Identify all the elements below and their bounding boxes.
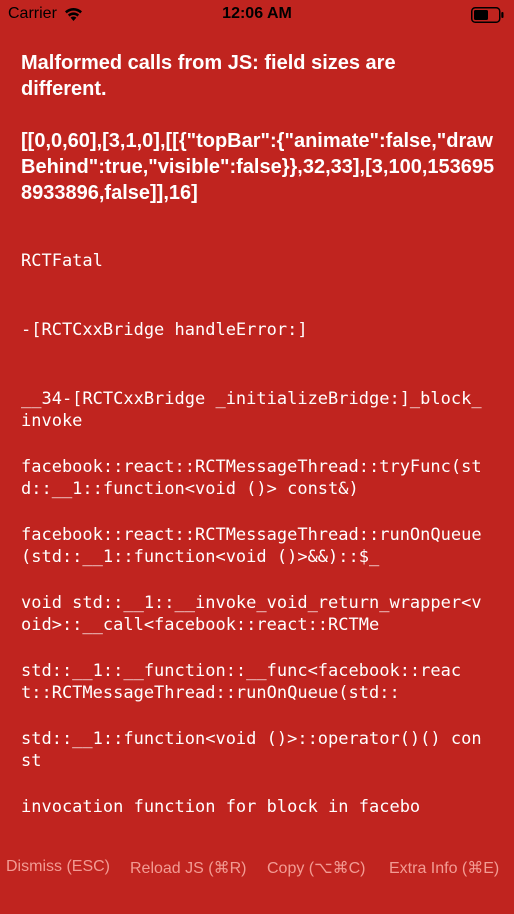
error-detail: [[0,0,60],[3,1,0],[[{"topBar":{"animate"… — [21, 130, 495, 204]
error-content[interactable]: Malformed calls from JS: field sizes are… — [21, 50, 497, 834]
stack-frame[interactable]: invocation function for block in facebo — [21, 796, 485, 818]
stack-frame[interactable]: -[RCTCxxBridge handleError:] — [21, 319, 485, 341]
stack-frame[interactable]: void std::__1::__invoke_void_return_wrap… — [21, 592, 485, 636]
dismiss-button[interactable]: Dismiss (ESC) — [6, 858, 110, 876]
stack-frame[interactable]: std::__1::__function::__func<facebook::r… — [21, 660, 485, 704]
stack-frame[interactable]: __34-[RCTCxxBridge _initializeBridge:]_b… — [21, 388, 485, 432]
redbox-screen: Carrier 12:06 AM Malformed calls from JS… — [0, 0, 514, 914]
copy-button[interactable]: Copy (⌥⌘C) — [267, 858, 365, 878]
stack-frame[interactable]: facebook::react::RCTMessageThread::tryFu… — [21, 456, 485, 500]
redbox-button-bar: Dismiss (ESC) Reload JS (⌘R) Copy (⌥⌘C) … — [0, 834, 514, 914]
stack-frame[interactable]: std::__1::function<void ()>::operator()(… — [21, 728, 485, 772]
stack-frame[interactable]: facebook::react::RCTMessageThread::runOn… — [21, 524, 485, 568]
status-bar: Carrier 12:06 AM — [0, 0, 514, 30]
stack-frame[interactable]: RCTFatal — [21, 250, 485, 272]
status-time: 12:06 AM — [222, 5, 292, 22]
extra-info-button[interactable]: Extra Info (⌘E) — [389, 858, 499, 878]
reload-js-button[interactable]: Reload JS (⌘R) — [130, 858, 246, 878]
battery-icon — [471, 7, 504, 23]
error-message: Malformed calls from JS: field sizes are… — [21, 52, 396, 100]
stack-trace: RCTFatal -[RCTCxxBridge handleError:] __… — [21, 250, 497, 818]
